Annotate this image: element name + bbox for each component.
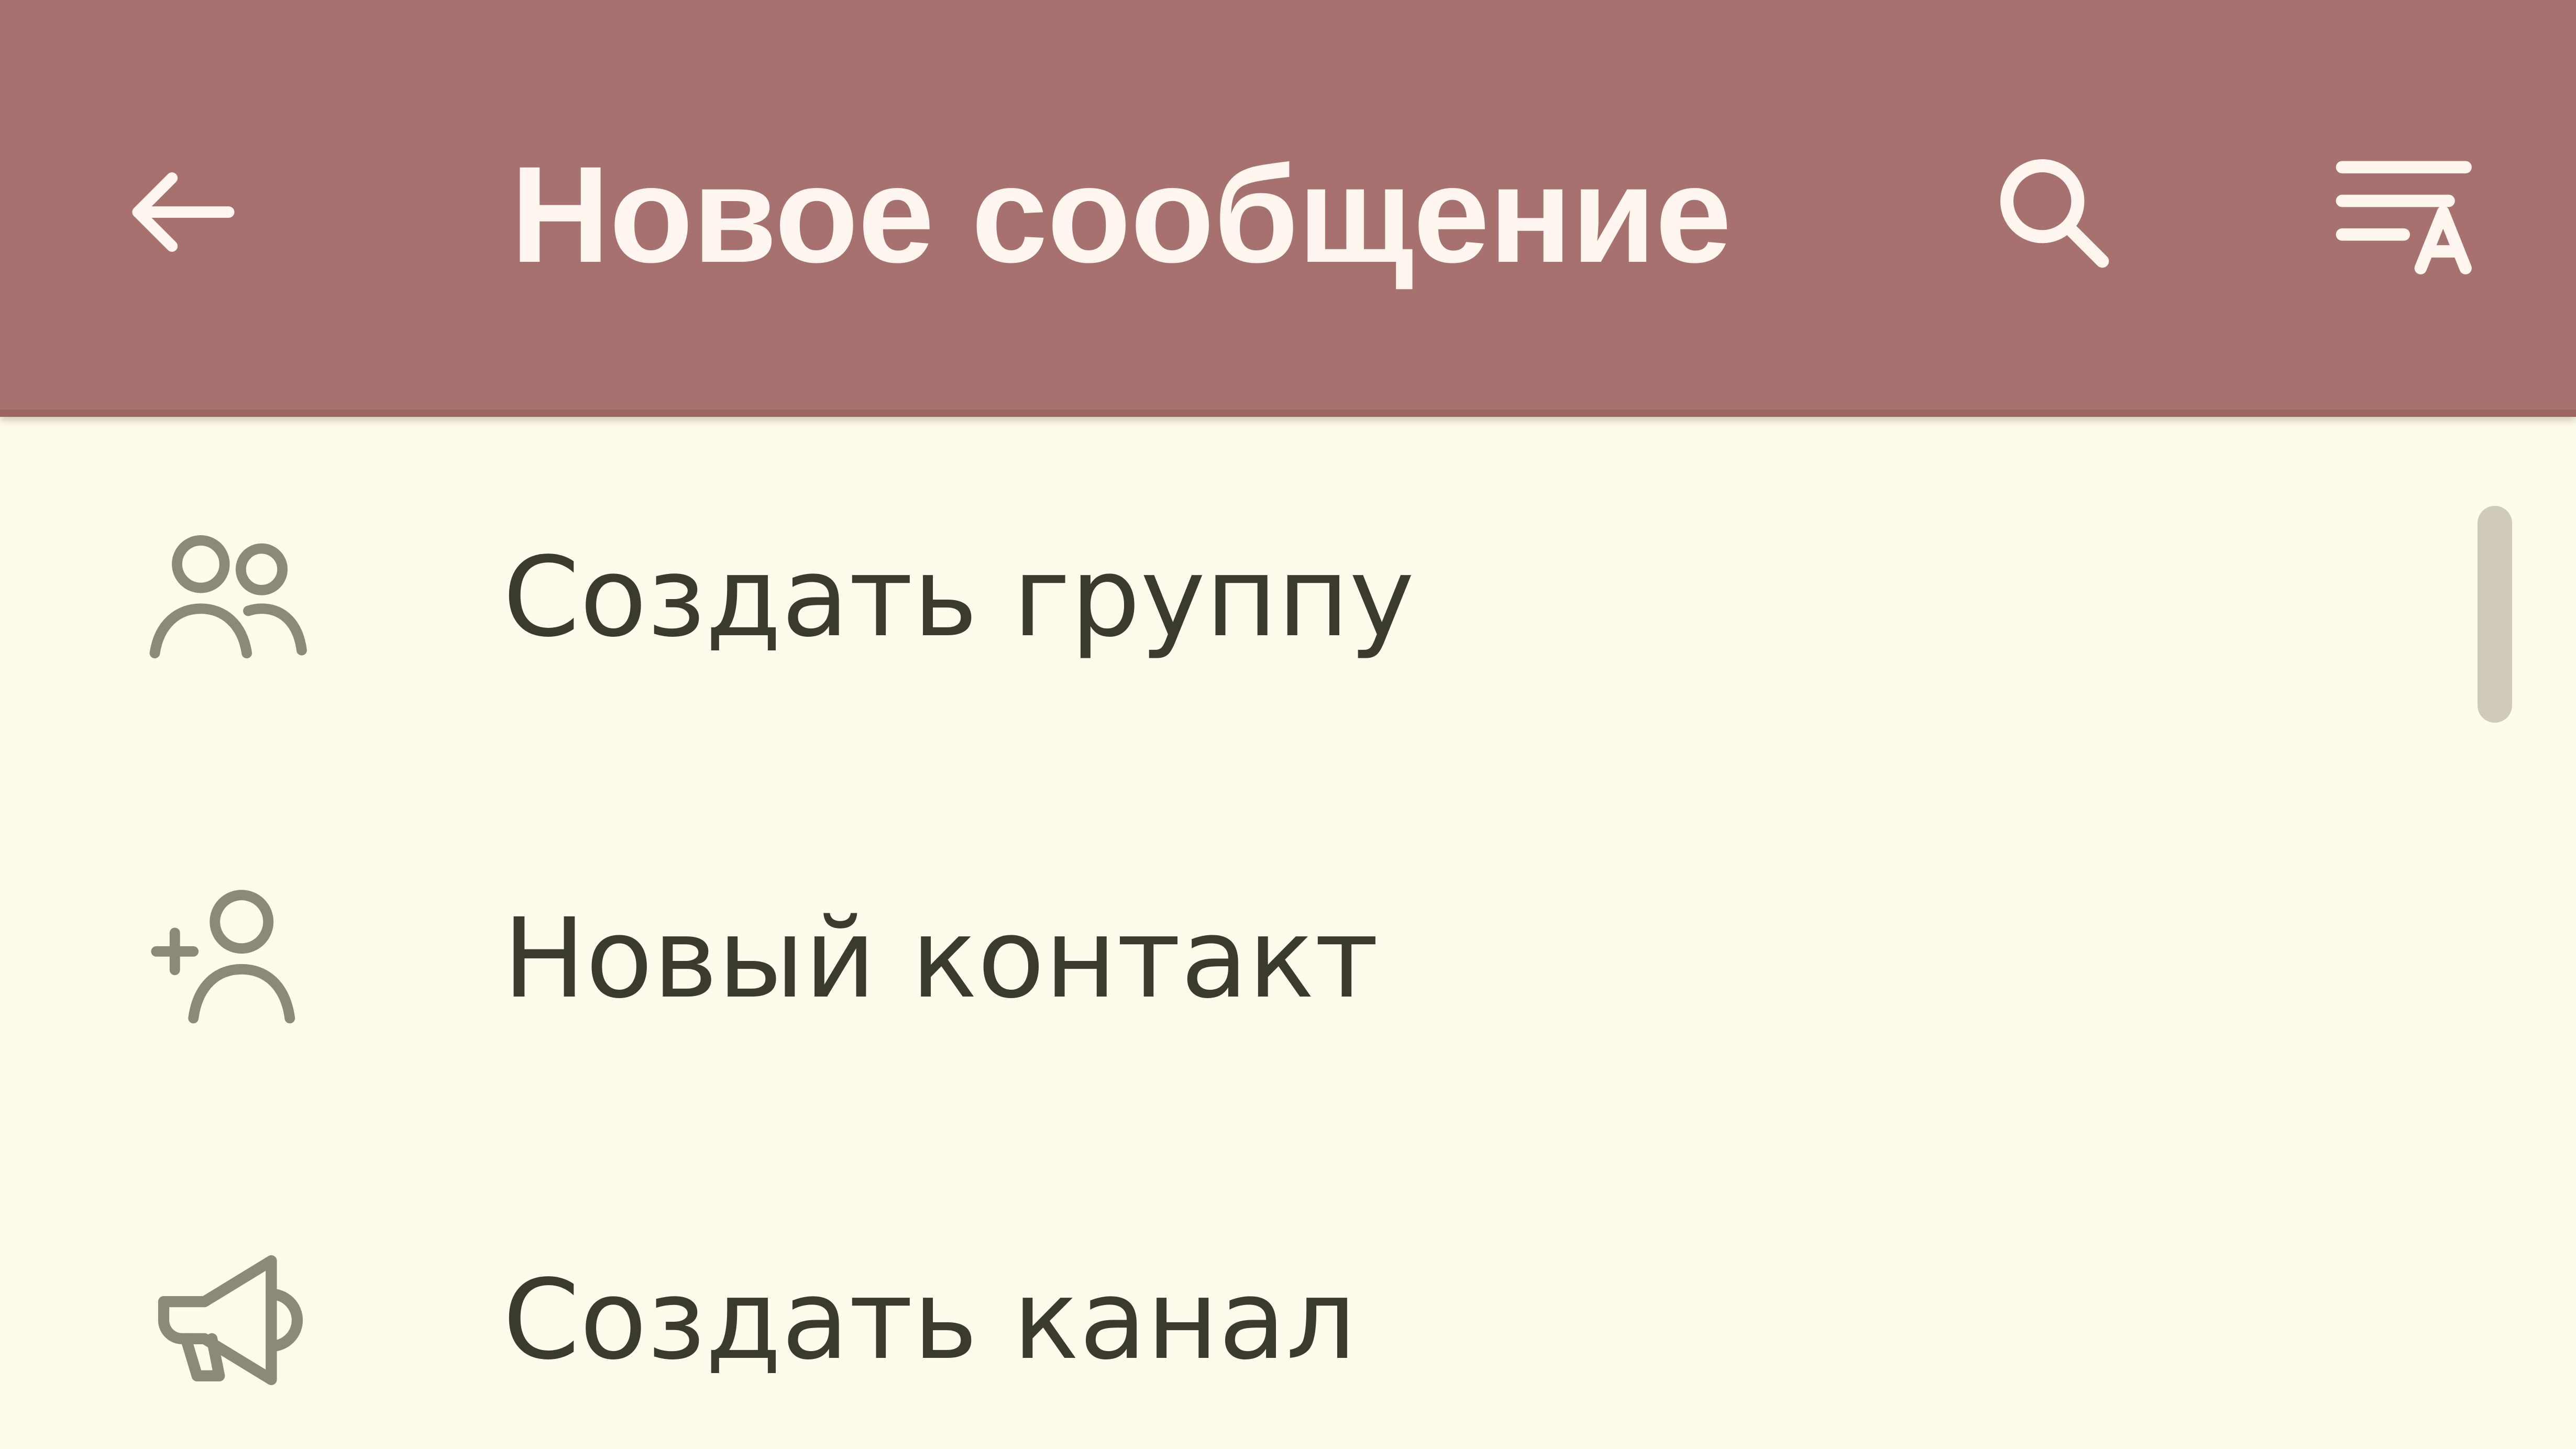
- new-message-screen: Новое сообщение Создать группу Новый кон…: [0, 0, 2576, 1449]
- search-icon: [2000, 159, 2109, 268]
- app-bar: Новое сообщение: [0, 0, 2576, 417]
- group-icon: [131, 498, 330, 697]
- back-button[interactable]: [105, 134, 262, 291]
- scrollbar-thumb[interactable]: [2478, 506, 2512, 723]
- create-channel-label: Создать канал: [503, 1256, 1357, 1384]
- arrow-left-icon: [132, 172, 235, 252]
- create-group-item[interactable]: Создать группу: [0, 417, 2576, 778]
- search-button[interactable]: [1975, 134, 2132, 291]
- add-contact-icon: [131, 859, 330, 1058]
- create-channel-item[interactable]: Создать канал: [0, 1140, 2576, 1449]
- sort-button[interactable]: [2320, 134, 2498, 291]
- sort-by-name-icon: [2336, 161, 2472, 274]
- new-contact-item[interactable]: Новый контакт: [0, 778, 2576, 1140]
- page-title: Новое сообщение: [511, 138, 1732, 291]
- create-group-label: Создать группу: [503, 533, 1415, 661]
- actions-list: Создать группу Новый контакт Создать кан…: [0, 417, 2576, 1449]
- new-contact-label: Новый контакт: [503, 894, 1379, 1023]
- megaphone-icon: [131, 1221, 330, 1420]
